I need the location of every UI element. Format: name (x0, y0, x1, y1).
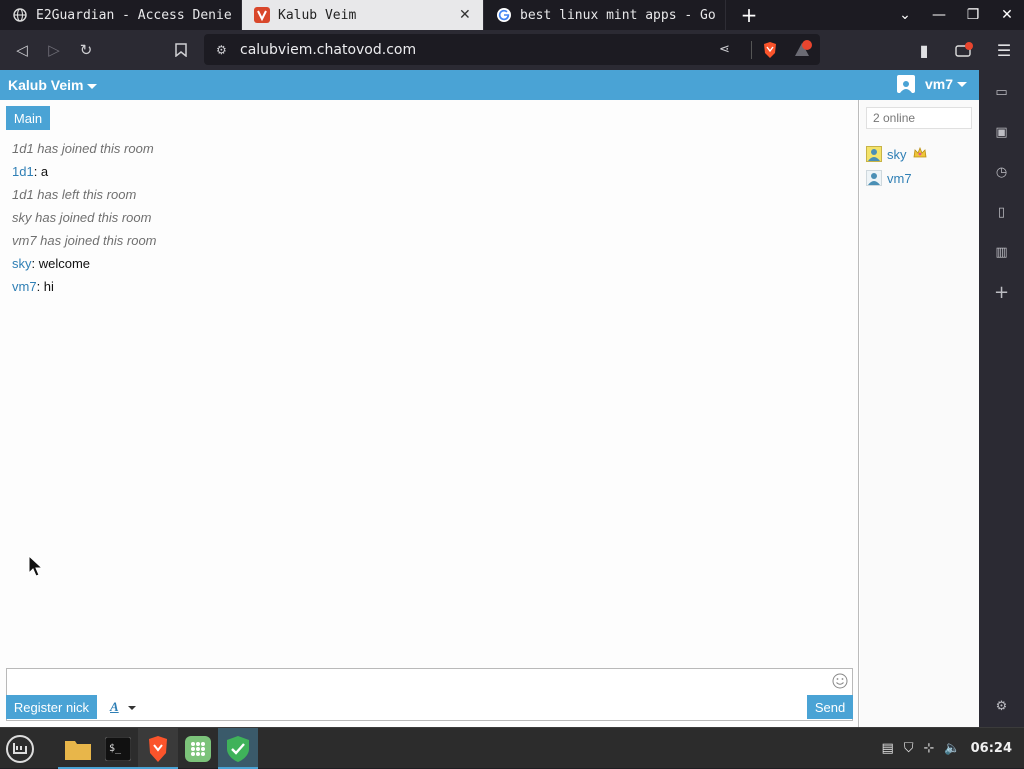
share-icon[interactable]: ⋖ (719, 42, 743, 57)
caret-down-icon[interactable] (128, 706, 136, 710)
files-icon[interactable] (58, 728, 98, 769)
new-tab-button[interactable]: + (726, 0, 772, 30)
settings-gear-icon[interactable]: ⚙ (979, 696, 1024, 716)
menu-icon[interactable]: ☰ (984, 30, 1024, 70)
window-controls: ⌄ — ❐ ✕ (888, 0, 1024, 30)
chat-message: vm7: hi (12, 279, 842, 302)
video-icon[interactable]: ▭ (979, 82, 1024, 102)
user-menu[interactable]: vm7 (896, 75, 967, 93)
tab-google-search[interactable]: best linux mint apps - Go (484, 0, 726, 30)
user-icon (866, 146, 882, 162)
message-nick[interactable]: sky (12, 256, 32, 271)
system-message: sky has joined this room (12, 210, 152, 225)
terminal-icon[interactable]: $_ (98, 728, 138, 769)
message-nick[interactable]: vm7 (12, 279, 37, 294)
message-text: : welcome (31, 256, 91, 271)
address-bar[interactable]: ⚙ calubviem.chatovod.com ⋖ (204, 34, 820, 65)
user-list-panel: 2 online sky vm7 (860, 100, 979, 727)
user-nick[interactable]: vm7 (887, 171, 912, 186)
globe-icon (12, 7, 28, 23)
tab-title: best linux mint apps - Go (520, 7, 715, 23)
chat-header: Kalub Veim vm7 (0, 70, 979, 100)
system-message: 1d1 has joined this room (12, 141, 154, 156)
reload-icon[interactable]: ↻ (70, 34, 102, 66)
user-nick[interactable]: sky (887, 147, 907, 162)
reading-list-icon[interactable]: ▥ (979, 242, 1024, 262)
site-settings-icon[interactable]: ⚙ (216, 43, 232, 57)
add-icon[interactable]: + (979, 282, 1024, 303)
tab-title: Kalub Veim (278, 7, 357, 23)
brave-rewards-icon[interactable] (792, 39, 812, 60)
avatar-icon (896, 75, 915, 93)
caret-down-icon (957, 81, 967, 87)
sidebar-toggle-icon[interactable]: ▮ (904, 30, 944, 70)
browser-sidebar: ▭ ▣ ◷ ▯ ▥ + ⚙ (979, 70, 1024, 727)
system-message: vm7 has joined this room (12, 233, 157, 248)
divider (751, 40, 752, 59)
mint-menu-icon[interactable] (0, 728, 40, 769)
smiley-icon[interactable] (832, 673, 848, 689)
brave-browser-icon[interactable] (138, 728, 178, 769)
room-tab-main[interactable]: Main (6, 106, 50, 130)
back-icon[interactable]: ◁ (6, 34, 38, 66)
volume-icon[interactable]: 🔈 (944, 741, 960, 756)
chat-page: Kalub Veim vm7 Main 1d1 has joined this … (0, 70, 979, 727)
clock[interactable]: 06:24 (971, 741, 1012, 756)
close-window-icon[interactable]: ✕ (990, 0, 1024, 30)
bookmarks-icon[interactable]: ▯ (979, 202, 1024, 222)
user-list-item[interactable]: sky (866, 142, 927, 166)
tab-kalub-veim[interactable]: Kalub Veim ✕ (242, 0, 484, 30)
user-list-item[interactable]: vm7 (866, 166, 927, 190)
brave-shields-icon[interactable] (760, 40, 780, 60)
mouse-cursor-icon (28, 555, 44, 577)
shield-tray-icon[interactable]: ⛉ (904, 741, 914, 756)
chat-bottom-bar: Register nick A Send (0, 695, 859, 725)
wallet-icon[interactable] (944, 30, 984, 70)
maximize-icon[interactable]: ❐ (956, 0, 990, 30)
taskbar: $_ ▤ ⛉ ⊹ 🔈 06:24 (0, 727, 1024, 769)
navigation-bar: ◁ ▷ ↻ ⚙ calubviem.chatovod.com ⋖ ▮ ☰ (0, 30, 1024, 70)
tab-e2guardian[interactable]: E2Guardian - Access Denie (0, 0, 242, 30)
crown-icon (913, 146, 927, 162)
message-list: 1d1 has joined this room 1d1: a 1d1 has … (12, 141, 842, 302)
user-list: sky vm7 (866, 142, 927, 190)
minimize-icon[interactable]: — (922, 0, 956, 30)
caret-down-icon (87, 83, 98, 89)
bookmark-icon[interactable] (165, 34, 197, 66)
register-nick-button[interactable]: Register nick (6, 695, 97, 719)
user-icon (866, 170, 882, 186)
clipboard-icon[interactable]: ▤ (881, 741, 893, 756)
url-text[interactable]: calubviem.chatovod.com (240, 42, 719, 58)
chat-main: Main 1d1 has joined this room 1d1: a 1d1… (0, 100, 859, 727)
tab-strip: E2Guardian - Access Denie Kalub Veim ✕ b… (0, 0, 1024, 30)
wallet-icon[interactable]: ▣ (979, 122, 1024, 142)
shield-app-icon[interactable] (218, 728, 258, 769)
chat-message: sky: welcome (12, 256, 842, 279)
tab-list-chevron-icon[interactable]: ⌄ (888, 0, 922, 30)
system-tray: ▤ ⛉ ⊹ 🔈 06:24 (881, 728, 1024, 769)
message-nick[interactable]: 1d1 (12, 164, 34, 179)
forward-icon[interactable]: ▷ (38, 34, 70, 66)
font-style-button[interactable]: A (110, 699, 119, 715)
chatovod-icon (254, 7, 270, 23)
close-tab-icon[interactable]: ✕ (459, 7, 473, 23)
toolbar-right: ▮ ☰ (904, 30, 1024, 70)
tab-title: E2Guardian - Access Denie (36, 7, 231, 23)
send-button[interactable]: Send (807, 695, 853, 719)
username: vm7 (924, 76, 953, 92)
online-count: 2 online (866, 107, 972, 129)
google-icon (496, 7, 512, 23)
room-menu[interactable]: Kalub Veim (8, 77, 98, 93)
svg-text:$_: $_ (109, 743, 122, 754)
message-text: : a (33, 164, 49, 179)
history-icon[interactable]: ◷ (979, 162, 1024, 182)
message-text: : hi (36, 279, 54, 294)
calculator-icon[interactable] (178, 728, 218, 769)
network-icon[interactable]: ⊹ (924, 741, 935, 756)
system-message: 1d1 has left this room (12, 187, 137, 202)
room-title: Kalub Veim (8, 77, 84, 93)
chat-message: 1d1: a (12, 164, 842, 187)
